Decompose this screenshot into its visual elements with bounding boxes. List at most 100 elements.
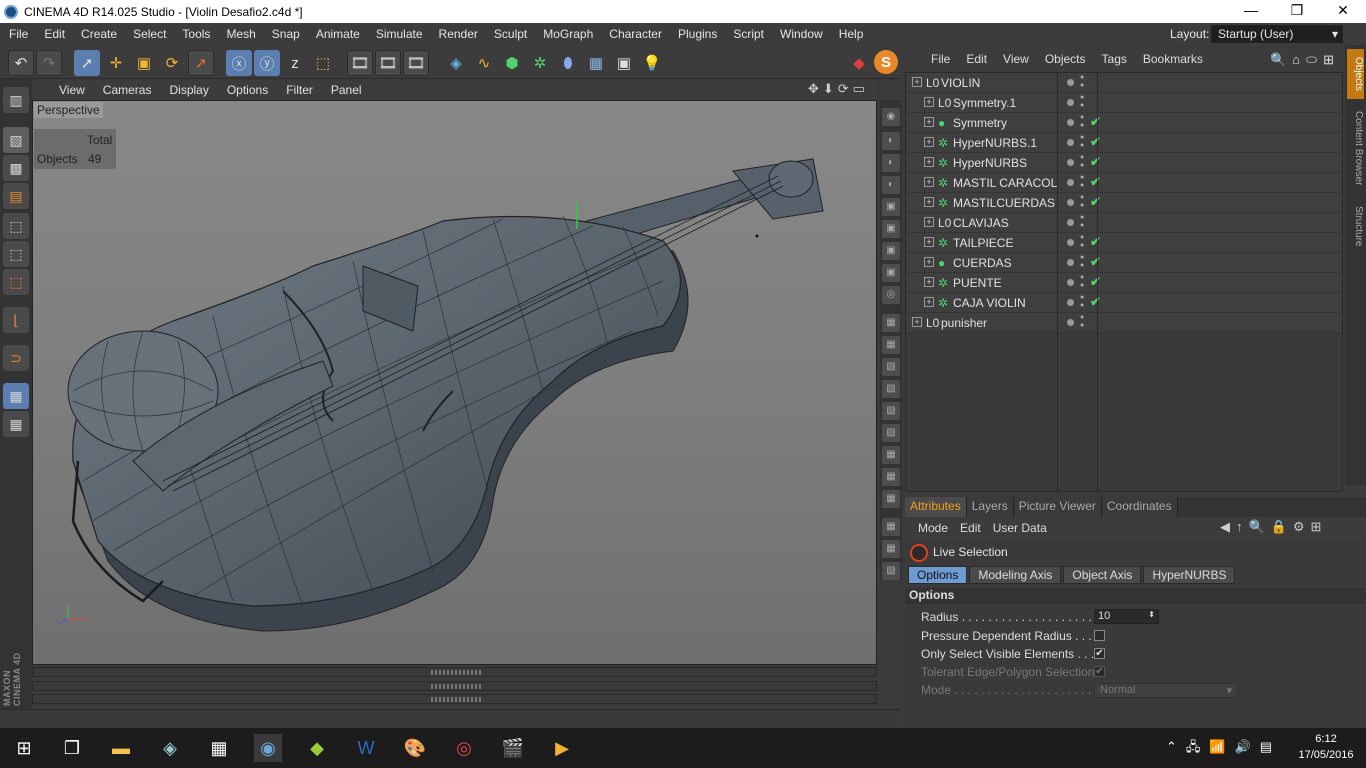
rt-tool-17-icon[interactable]: ▦	[882, 468, 900, 486]
cinema4d-taskbar-icon[interactable]: ◉	[254, 734, 282, 762]
tab-layers[interactable]: Layers	[966, 497, 1014, 517]
undo-icon[interactable]: ↶	[8, 50, 34, 76]
rt-tool-8-icon[interactable]: ▣	[882, 264, 900, 282]
render-settings-icon[interactable]: 🎞	[403, 50, 429, 76]
rt-tool-20-icon[interactable]: ▦	[882, 540, 900, 558]
objects-menu-objects[interactable]: Objects	[1037, 52, 1094, 66]
object-row[interactable]: + ● CUERDAS ● ● ✔	[906, 253, 1342, 273]
object-row[interactable]: + L0 VIOLIN ● ●	[906, 73, 1342, 93]
layer-dot-icon[interactable]	[1067, 119, 1074, 126]
visibility-toggle-icon[interactable]: ● ●	[1080, 134, 1086, 150]
deformer-icon[interactable]: ⬮	[555, 50, 581, 76]
rt-tool-5-icon[interactable]: ▣	[882, 198, 900, 216]
move-icon[interactable]: ✛	[103, 50, 129, 76]
rt-tool-3-icon[interactable]: ◐	[882, 154, 900, 172]
viewport-menu-display[interactable]: Display	[160, 83, 217, 97]
menu-snap[interactable]: Snap	[263, 27, 307, 41]
rt-tool-19-icon[interactable]: ▦	[882, 518, 900, 536]
sketch-toon-icon[interactable]: S	[874, 50, 898, 74]
visibility-toggle-icon[interactable]: ● ●	[1080, 214, 1086, 230]
points-mode-icon[interactable]: ⬚	[3, 213, 29, 239]
rt-tool-1-icon[interactable]: ◉	[882, 108, 900, 126]
enabled-check-icon[interactable]: ✔	[1090, 154, 1101, 170]
media-player-icon[interactable]: ▶	[548, 734, 576, 762]
task-view-icon[interactable]: ❐	[58, 734, 86, 762]
enabled-check-icon[interactable]: ✔	[1090, 294, 1101, 310]
visibility-toggle-icon[interactable]: ● ●	[1080, 314, 1086, 330]
rt-tool-10-icon[interactable]: ▦	[882, 314, 900, 332]
array-icon[interactable]: ✲	[527, 50, 553, 76]
spline-pen-icon[interactable]: ∿	[471, 50, 497, 76]
visibility-toggle-icon[interactable]: ● ●	[1080, 234, 1086, 250]
rt-tool-16-icon[interactable]: ▦	[882, 446, 900, 464]
object-row[interactable]: + ✲ HyperNURBS ● ● ✔	[906, 153, 1342, 173]
expand-icon[interactable]: +	[924, 137, 934, 147]
model-mode-icon[interactable]: ▧	[3, 127, 29, 153]
menu-edit[interactable]: Edit	[35, 27, 72, 41]
expand-icon[interactable]: +	[924, 297, 934, 307]
menu-character[interactable]: Character	[600, 27, 669, 41]
enabled-check-icon[interactable]: ✔	[1090, 114, 1101, 130]
rt-tool-7-icon[interactable]: ▣	[882, 242, 900, 260]
expand-icon[interactable]: +	[924, 237, 934, 247]
rt-tool-11-icon[interactable]: ▦	[882, 336, 900, 354]
visibility-toggle-icon[interactable]: ● ●	[1080, 114, 1086, 130]
expand-icon[interactable]: +	[924, 277, 934, 287]
enabled-check-icon[interactable]: ✔	[1090, 234, 1101, 250]
rt-tool-9-icon[interactable]: ◎	[882, 286, 900, 304]
enabled-check-icon[interactable]: ✔	[1090, 134, 1101, 150]
expand-icon[interactable]: +	[912, 317, 922, 327]
enabled-check-icon[interactable]: ✔	[1090, 174, 1101, 190]
edges-mode-icon[interactable]: ⬚	[3, 241, 29, 267]
subtab-options[interactable]: Options	[908, 566, 968, 584]
tab-content-browser[interactable]: Content Browser	[1347, 103, 1364, 193]
mode-select[interactable]: Normal ▾	[1094, 683, 1238, 698]
subdivision-surface-icon[interactable]: ⬢	[499, 50, 525, 76]
taskbar-clock[interactable]: 6:12 17/05/2016	[1298, 731, 1354, 763]
attr-menu-edit[interactable]: Edit	[954, 521, 987, 535]
rotate-icon[interactable]: ⟳	[159, 50, 185, 76]
enabled-check-icon[interactable]: ✔	[1090, 274, 1101, 290]
light-icon[interactable]: 💡	[639, 50, 665, 76]
tab-coordinates[interactable]: Coordinates	[1101, 497, 1178, 517]
tab-picture-viewer[interactable]: Picture Viewer	[1013, 497, 1102, 517]
object-row[interactable]: + ✲ HyperNURBS.1 ● ● ✔	[906, 133, 1342, 153]
expand-icon[interactable]: +	[924, 157, 934, 167]
menu-simulate[interactable]: Simulate	[367, 27, 430, 41]
expand-icon[interactable]: +	[924, 177, 934, 187]
layer-dot-icon[interactable]	[1067, 139, 1074, 146]
layer-dot-icon[interactable]	[1067, 239, 1074, 246]
visible-elements-checkbox[interactable]: ✔	[1094, 648, 1105, 659]
expand-icon[interactable]: +	[924, 257, 934, 267]
viewport-menu-panel[interactable]: Panel	[322, 83, 371, 97]
tab-attributes[interactable]: Attributes	[905, 497, 967, 517]
rt-tool-15-icon[interactable]: ▧	[882, 424, 900, 442]
menu-create[interactable]: Create	[72, 27, 124, 41]
stepper-icon[interactable]: ⬍	[1148, 610, 1155, 619]
rt-tool-12-icon[interactable]: ▧	[882, 358, 900, 376]
menu-help[interactable]: Help	[830, 27, 871, 41]
render-view-icon[interactable]: 🎞	[347, 50, 373, 76]
menu-plugins[interactable]: Plugins	[669, 27, 724, 41]
visibility-toggle-icon[interactable]: ● ●	[1080, 274, 1086, 290]
object-manager-nav-icons[interactable]: 🔍⌂⬭⊞	[1270, 52, 1340, 68]
layer-dot-icon[interactable]	[1067, 79, 1074, 86]
chrome-icon[interactable]: ◎	[450, 734, 478, 762]
attr-menu-user-data[interactable]: User Data	[987, 521, 1053, 535]
viewport-menu-cameras[interactable]: Cameras	[94, 83, 161, 97]
floor-icon[interactable]: ▦	[583, 50, 609, 76]
y-axis-lock-icon[interactable]: ⓨ	[254, 50, 280, 76]
tab-objects[interactable]: Objects	[1347, 49, 1364, 99]
subtab-modeling-axis[interactable]: Modeling Axis	[969, 566, 1062, 584]
timeline-strip[interactable]	[32, 667, 877, 677]
expand-icon[interactable]: +	[924, 197, 934, 207]
objects-menu-bookmarks[interactable]: Bookmarks	[1135, 52, 1211, 66]
layout-select[interactable]: Startup (User)	[1211, 25, 1343, 43]
layer-dot-icon[interactable]	[1067, 199, 1074, 206]
paint-icon[interactable]: 🎨	[401, 734, 429, 762]
viewport-menu-view[interactable]: View	[50, 83, 94, 97]
expand-icon[interactable]: +	[912, 77, 922, 87]
movie-maker-icon[interactable]: 🎬	[499, 734, 527, 762]
visibility-toggle-icon[interactable]: ● ●	[1080, 154, 1086, 170]
render-picture-viewer-icon[interactable]: 🎞	[375, 50, 401, 76]
